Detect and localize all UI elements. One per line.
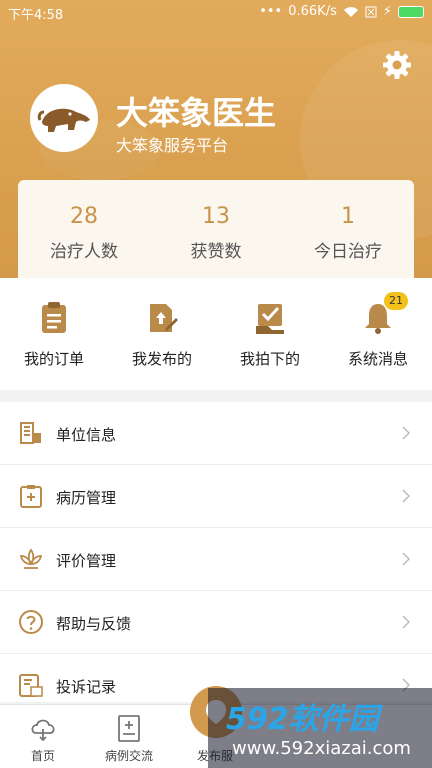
tab-case-exchange[interactable]: 病例交流 — [86, 705, 172, 768]
status-bar: 下午4:58 ••• 0.66K/s ⚡ — [0, 0, 432, 24]
home-cloud-icon — [31, 719, 55, 742]
settings-menu: 单位信息 病历管理 评价管理 帮助与反馈 投诉记录 — [0, 402, 432, 717]
stat-value: 13 — [202, 204, 230, 229]
quick-action-label: 我发布的 — [131, 350, 192, 368]
chevron-right-icon — [402, 615, 410, 629]
charging-icon: ⚡ — [382, 4, 392, 19]
chevron-right-icon — [402, 489, 410, 503]
tab-home[interactable]: 首页 — [0, 705, 86, 768]
chevron-right-icon — [402, 552, 410, 566]
quick-action-label: 我的订单 — [23, 350, 84, 368]
menu-item-label: 评价管理 — [56, 552, 117, 570]
menu-item-label: 投诉记录 — [56, 678, 117, 696]
profile-subtitle: 大笨象服务平台 — [116, 136, 229, 155]
message-count-badge: 21 — [384, 292, 408, 310]
system-messages-button[interactable]: 系统消息 — [324, 278, 432, 390]
watermark-brand: 592软件园 — [226, 702, 379, 737]
building-icon — [20, 422, 41, 444]
menu-item-review-management[interactable]: 评价管理 — [0, 528, 432, 591]
stat-label: 治疗人数 — [50, 242, 118, 262]
menu-item-label: 病历管理 — [56, 489, 117, 507]
stat-value: 28 — [70, 204, 98, 229]
profile-name: 大笨象医生 — [116, 94, 277, 132]
publish-doc-icon — [150, 304, 178, 332]
settings-gear-icon[interactable] — [382, 50, 412, 80]
quick-action-label: 系统消息 — [347, 350, 408, 368]
chevron-right-icon — [402, 426, 410, 440]
medical-record-icon — [20, 485, 42, 508]
battery-icon — [398, 5, 424, 18]
stat-label: 今日治疗 — [314, 242, 382, 262]
checked-box-icon — [256, 304, 284, 334]
menu-item-medical-records[interactable]: 病历管理 — [0, 465, 432, 528]
avatar[interactable] — [30, 84, 98, 152]
sim-icon — [365, 6, 377, 17]
anteater-logo-icon — [37, 108, 90, 132]
menu-item-help-feedback[interactable]: 帮助与反馈 — [0, 591, 432, 654]
tab-label: 首页 — [30, 749, 55, 763]
complaint-icon — [19, 674, 43, 697]
quick-action-label: 我拍下的 — [239, 350, 300, 368]
stat-treated-count[interactable]: 28 治疗人数 — [18, 180, 150, 278]
help-icon — [19, 610, 43, 634]
menu-item-unit-info[interactable]: 单位信息 — [0, 402, 432, 465]
stat-today-treated[interactable]: 1 今日治疗 — [282, 180, 414, 278]
wifi-icon — [343, 6, 358, 17]
status-time: 下午4:58 — [8, 8, 64, 23]
stat-label: 获赞数 — [190, 242, 242, 262]
lotus-icon — [19, 548, 43, 569]
tab-label: 病例交流 — [104, 749, 153, 763]
stat-likes-count[interactable]: 13 获赞数 — [150, 180, 282, 278]
case-doc-icon — [118, 715, 140, 742]
watermark-overlay: 592软件园 www.592xiazai.com — [208, 688, 432, 768]
menu-item-label: 单位信息 — [56, 426, 117, 444]
my-published-button[interactable]: 我发布的 — [108, 278, 216, 390]
my-orders-button[interactable]: 我的订单 — [0, 278, 108, 390]
clipboard-icon — [42, 302, 66, 333]
signal-dots-icon: ••• — [259, 4, 283, 19]
quick-actions: 我的订单 我发布的 我拍下的 系统消息 — [0, 278, 432, 390]
stat-value: 1 — [341, 204, 355, 229]
stats-card: 28 治疗人数 13 获赞数 1 今日治疗 — [18, 180, 414, 278]
network-speed: 0.66K/s — [288, 4, 337, 19]
my-purchased-button[interactable]: 我拍下的 — [216, 278, 324, 390]
menu-item-label: 帮助与反馈 — [56, 615, 132, 633]
watermark-url: www.592xiazai.com — [232, 738, 411, 759]
